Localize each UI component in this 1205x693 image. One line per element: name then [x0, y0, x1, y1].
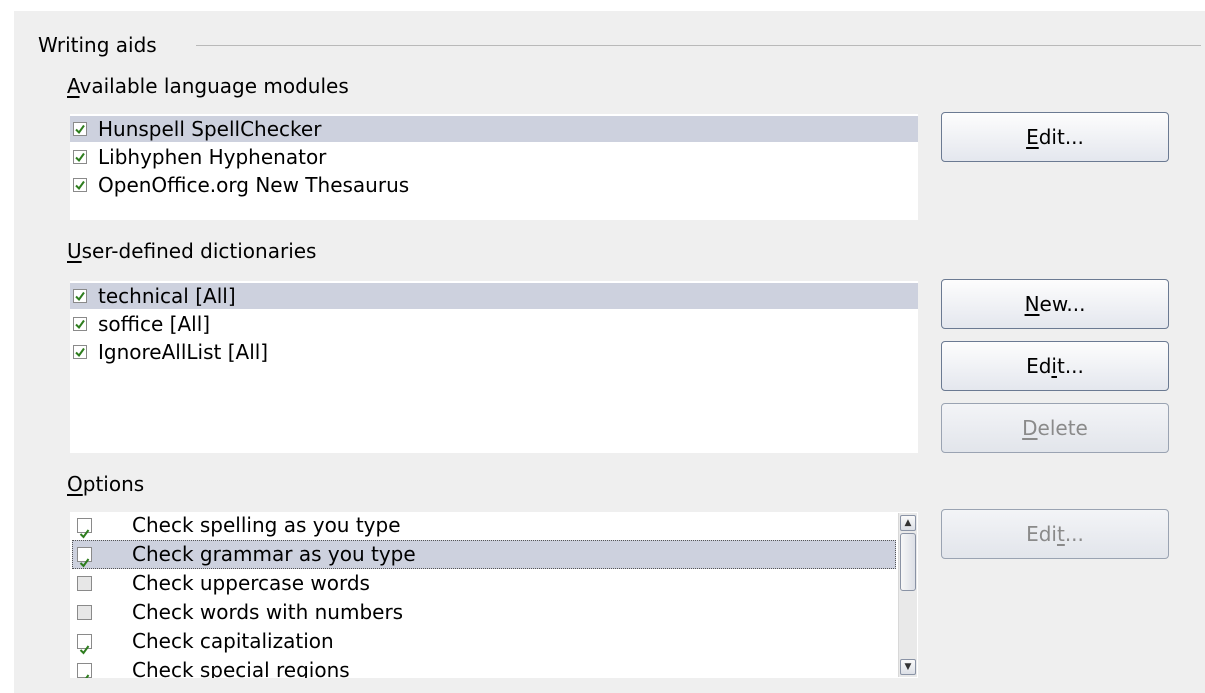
dictionary-new-button[interactable]: New...: [941, 279, 1169, 329]
option-label: Check uppercase words: [132, 571, 370, 595]
dictionaries-accel: U: [67, 239, 82, 263]
checkbox-icon[interactable]: [73, 150, 87, 164]
dictionary-new-accel: N: [1024, 292, 1040, 316]
option-row-grammar[interactable]: Check grammar as you type: [72, 540, 896, 569]
dictionary-row-soffice[interactable]: soffice [All]: [70, 311, 918, 337]
dictionary-label: IgnoreAllList [All]: [98, 340, 269, 364]
options-edit-accel: t: [1056, 522, 1065, 546]
dialog-page: Writing aids Available language modules …: [0, 0, 1205, 693]
scroll-up-icon[interactable]: ▲: [900, 515, 916, 531]
option-row-numbers[interactable]: Check words with numbers: [72, 598, 896, 627]
option-label: Check words with numbers: [132, 600, 404, 624]
checkbox-icon[interactable]: [73, 317, 87, 331]
module-row-libhyphen[interactable]: Libhyphen Hyphenator: [70, 144, 918, 170]
option-row-spelling[interactable]: Check spelling as you type: [72, 511, 896, 540]
module-label: Hunspell SpellChecker: [98, 117, 322, 141]
checkbox-icon[interactable]: [73, 345, 87, 359]
modules-edit-accel: E: [1026, 125, 1039, 149]
checkbox-icon[interactable]: [73, 289, 87, 303]
language-modules-label: Available language modules: [67, 73, 349, 99]
checkbox-icon[interactable]: [77, 518, 92, 539]
checkbox-icon[interactable]: [77, 605, 92, 620]
dictionary-delete-accel: D: [1022, 416, 1038, 440]
scroll-down-icon[interactable]: ▼: [900, 659, 916, 675]
dictionary-edit-rest: t...: [1056, 354, 1084, 378]
modules-edit-button[interactable]: Edit...: [941, 112, 1169, 162]
checkbox-icon[interactable]: [73, 122, 87, 136]
option-row-clip: Check special regions: [72, 656, 896, 678]
option-row-special-regions[interactable]: Check special regions: [72, 656, 896, 678]
option-row-capitalization[interactable]: Check capitalization: [72, 627, 896, 656]
options-scrollbar[interactable]: ▲ ▼: [898, 513, 917, 677]
dictionary-delete-button[interactable]: Delete: [941, 403, 1169, 453]
option-row-uppercase[interactable]: Check uppercase words: [72, 569, 896, 598]
writing-aids-heading: Writing aids: [38, 32, 163, 58]
option-label: Check capitalization: [132, 629, 334, 653]
module-label: Libhyphen Hyphenator: [98, 145, 327, 169]
scroll-thumb[interactable]: [900, 533, 916, 591]
dictionary-row-ignoreall[interactable]: IgnoreAllList [All]: [70, 339, 918, 365]
group-divider: [196, 45, 1201, 46]
module-row-thesaurus[interactable]: OpenOffice.org New Thesaurus: [70, 172, 918, 198]
dictionary-new-rest: ew...: [1039, 292, 1086, 316]
options-label-rest: ptions: [82, 472, 145, 496]
checkbox-icon[interactable]: [77, 547, 92, 568]
dictionary-row-technical[interactable]: technical [All]: [70, 283, 918, 309]
checkbox-icon[interactable]: [77, 663, 92, 678]
dictionary-label: technical [All]: [98, 284, 236, 308]
dictionaries-label-rest: ser-defined dictionaries: [81, 239, 317, 263]
dictionary-label: soffice [All]: [98, 312, 211, 336]
dictionary-edit-button[interactable]: Edit...: [941, 341, 1169, 391]
checkbox-icon[interactable]: [77, 634, 92, 655]
module-label: OpenOffice.org New Thesaurus: [98, 173, 410, 197]
dictionaries-label: User-defined dictionaries: [67, 238, 316, 264]
option-label: Check grammar as you type: [132, 542, 416, 566]
option-label: Check spelling as you type: [132, 513, 401, 537]
modules-edit-rest: dit...: [1038, 125, 1084, 149]
option-label: Check special regions: [132, 658, 350, 678]
options-label: Options: [67, 471, 144, 497]
checkbox-icon[interactable]: [77, 576, 92, 591]
checkbox-icon[interactable]: [73, 178, 87, 192]
dictionary-edit-pre: Ed: [1026, 354, 1052, 378]
module-row-hunspell[interactable]: Hunspell SpellChecker: [70, 116, 918, 142]
dictionary-delete-rest: elete: [1037, 416, 1088, 440]
language-modules-accel: A: [67, 74, 80, 98]
language-modules-list[interactable]: Hunspell SpellChecker Libhyphen Hyphenat…: [70, 114, 918, 220]
options-accel: O: [67, 472, 83, 496]
dictionaries-list[interactable]: technical [All] soffice [All] IgnoreAllL…: [70, 281, 918, 453]
language-modules-label-rest: vailable language modules: [79, 74, 349, 98]
options-edit-pre: Edi: [1026, 522, 1057, 546]
options-edit-rest: ...: [1064, 522, 1084, 546]
options-edit-button[interactable]: Edit...: [941, 509, 1169, 559]
